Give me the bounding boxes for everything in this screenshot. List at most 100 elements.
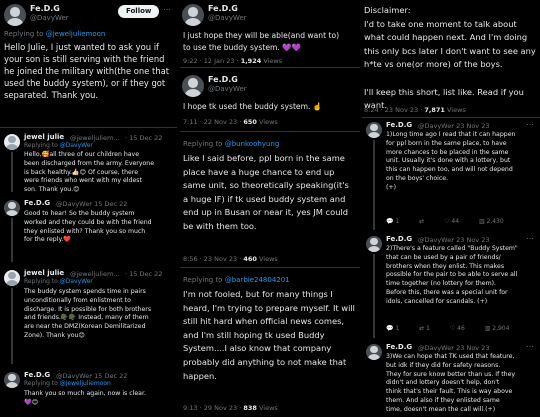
tweet-text: 3)We can hope that TK used that feature,… — [386, 353, 516, 413]
tweet[interactable]: Replying to @bunkoohyung Like I said bef… — [180, 134, 360, 268]
follow-button[interactable]: Follow — [118, 5, 160, 18]
like-count: 44 — [451, 218, 460, 225]
more-options-icon[interactable]: ⋯ — [526, 234, 535, 243]
avatar[interactable] — [366, 344, 382, 360]
author-handle[interactable]: @DavyWer — [56, 200, 92, 208]
author-name[interactable]: jewel julie — [24, 269, 64, 277]
views-button[interactable]: ▥ 2,904 — [485, 325, 510, 332]
screenshot-column-3: Disclaimer: I'd to take one moment to ta… — [362, 0, 540, 417]
more-options-icon[interactable]: ⋯ — [163, 5, 172, 14]
tweet-text: Hello Julie, I just wanted to ask you if… — [4, 42, 170, 100]
replying-handle-link[interactable]: @barbie24804201 — [225, 276, 290, 284]
avatar[interactable] — [182, 75, 204, 97]
thread-line — [11, 152, 13, 192]
view-count: 460 — [243, 255, 257, 263]
avatar[interactable] — [366, 122, 382, 138]
author-handle[interactable]: @jeweljuliem... — [70, 270, 120, 278]
tweet-date[interactable]: · 15 Dec 22 — [125, 270, 162, 278]
thread-tweet[interactable]: Fe.D.G @DavyWer · 23 Nov 23 ⋯ 2)There's … — [362, 234, 540, 338]
thread-tweet[interactable]: Fe.D.G @DavyWer · 23 Nov 23 ⋯ 3)We can h… — [362, 342, 540, 417]
replying-handle-link[interactable]: @DavyWer — [60, 142, 93, 149]
avatar[interactable] — [4, 200, 20, 216]
avatar[interactable] — [4, 372, 20, 388]
tweet-date[interactable]: · 23 Nov 23 — [452, 236, 490, 244]
tweet-timestamp[interactable]: 8:56 · 23 Nov 23 · 460 Views — [183, 255, 278, 263]
views-label: Views — [256, 255, 278, 263]
reply-tweet[interactable]: jewel julie @jeweljuliem... · 15 Dec 22 … — [0, 266, 177, 364]
author-name[interactable]: Fe.D.G — [30, 4, 60, 13]
author-name[interactable]: Fe.D.G — [386, 343, 412, 351]
author-name[interactable]: Fe.D.G — [386, 121, 412, 129]
author-name[interactable]: Fe.D.G — [386, 235, 412, 243]
view-count: 838 — [243, 404, 257, 412]
tweet-timestamp[interactable]: 7:11 · 22 Nov 23 · 650 Views — [183, 118, 278, 126]
replying-handle-link[interactable]: @DavyWer — [60, 278, 93, 285]
tweet[interactable]: Fe.D.G @DavyWer I hope tk used the buddy… — [180, 70, 360, 132]
more-options-icon[interactable]: ⋯ — [526, 120, 535, 129]
author-handle[interactable]: @DavyWer — [30, 14, 69, 22]
author-name[interactable]: Fe.D.G — [208, 4, 238, 13]
more-options-icon[interactable]: ⋯ — [526, 342, 535, 351]
author-handle[interactable]: @DavyWer — [418, 236, 454, 244]
replying-handle-link[interactable]: @jeweljuliemoon — [60, 380, 111, 387]
thread-line — [373, 254, 375, 338]
quoted-tweet[interactable]: Fe.D.G @DavyWer I just hope they will be… — [180, 0, 360, 68]
views-button[interactable]: ▥ 2,430 — [479, 218, 504, 225]
replying-to: Replying to @bunkoohyung — [183, 140, 279, 148]
like-button[interactable]: ♡ 46 — [450, 325, 465, 332]
view-count: 1,924 — [240, 57, 262, 65]
tweet-text: Disclaimer: I'd to take one moment to ta… — [364, 5, 536, 111]
avatar[interactable] — [366, 236, 382, 252]
tweet-text: I'm not fooled, but for many things I he… — [183, 289, 355, 381]
repost-button[interactable]: ⇄ 1 — [419, 325, 430, 332]
tweet-timestamp[interactable]: 9:13 · 29 Nov 23 · 838 Views — [183, 404, 278, 412]
main-reply-tweet[interactable]: Fe.D.G @DavyWer Follow ⋯ Replying to @je… — [0, 0, 177, 128]
author-name[interactable]: Fe.D.G — [24, 371, 50, 379]
author-handle[interactable]: @DavyWer — [418, 344, 454, 352]
author-name[interactable]: Fe.D.G — [208, 75, 238, 84]
tweet-date[interactable]: · 15 Dec 22 — [90, 372, 127, 380]
author-handle[interactable]: @DavyWer — [56, 372, 92, 380]
tweet-date[interactable]: · 23 Nov 23 — [452, 122, 490, 130]
avatar[interactable] — [4, 134, 20, 150]
replying-prefix: Replying to — [24, 380, 60, 387]
tweet-text: Hello,🥰all three of our children have be… — [24, 151, 155, 194]
reply-tweet[interactable]: jewel julie @jeweljuliem... · 15 Dec 22 … — [0, 130, 177, 194]
reply-button[interactable]: 💬 1 — [386, 325, 399, 332]
tweet[interactable]: Replying to @barbie24804201 I'm not fool… — [180, 270, 360, 417]
replying-to: Replying to @DavyWer — [24, 278, 93, 285]
tweet-date[interactable]: · 23 Nov 23 — [452, 344, 490, 352]
avatar[interactable] — [182, 4, 204, 26]
tweet-date[interactable]: · 15 Dec 22 — [125, 134, 162, 142]
tweet-timestamp[interactable]: 9:22 · 12 Jan 23 · 1,924 Views — [183, 57, 282, 65]
timestamp-text: 8:56 · 23 Nov 23 · — [183, 255, 244, 263]
reply-count: 1 — [395, 218, 400, 225]
author-handle[interactable]: @DavyWer — [418, 122, 454, 130]
replying-handle-link[interactable]: @bunkoohyung — [225, 140, 280, 148]
avatar[interactable] — [4, 270, 20, 286]
reply-tweet[interactable]: Fe.D.G @DavyWer · 15 Dec 22 Replying to … — [0, 370, 177, 417]
author-handle[interactable]: @jeweljuliem... — [70, 134, 120, 142]
avatar[interactable] — [4, 4, 26, 26]
replying-handle-link[interactable]: @jeweljuliemoon — [46, 30, 106, 38]
replying-to: Replying to @jeweljuliemoon — [4, 30, 105, 38]
timestamp-text: 8:24 · 23 Nov 23 · — [364, 106, 425, 114]
author-name[interactable]: Fe.D.G — [24, 199, 50, 207]
views-label: Views — [444, 106, 466, 114]
author-name[interactable]: jewel julie — [24, 133, 64, 141]
replying-to: Replying to @barbie24804201 — [183, 276, 290, 284]
tweet-text: 1)Long time ago I read that it can happe… — [386, 131, 516, 191]
thread-tweet[interactable]: Fe.D.G @DavyWer · 23 Nov 23 ⋯ 1)Long tim… — [362, 120, 540, 230]
like-button[interactable]: ♡ 44 — [444, 218, 459, 225]
like-count: 46 — [457, 325, 465, 332]
tweet-timestamp[interactable]: 8:24 · 23 Nov 23 · 7,871 Views — [364, 106, 466, 114]
disclaimer-tweet[interactable]: Disclaimer: I'd to take one moment to ta… — [362, 0, 540, 118]
repost-count: 1 — [426, 325, 430, 332]
tweet-date[interactable]: · 15 Dec 22 — [90, 200, 127, 208]
author-handle[interactable]: @DavyWer — [208, 85, 247, 93]
reply-tweet[interactable]: Fe.D.G @DavyWer · 15 Dec 22 Good to hear… — [0, 198, 177, 262]
author-handle[interactable]: @DavyWer — [208, 14, 247, 22]
repost-button[interactable]: ⇄ — [419, 218, 426, 225]
reply-button[interactable]: 💬 1 — [386, 218, 399, 225]
timestamp-text: 9:13 · 29 Nov 23 · — [183, 404, 244, 412]
